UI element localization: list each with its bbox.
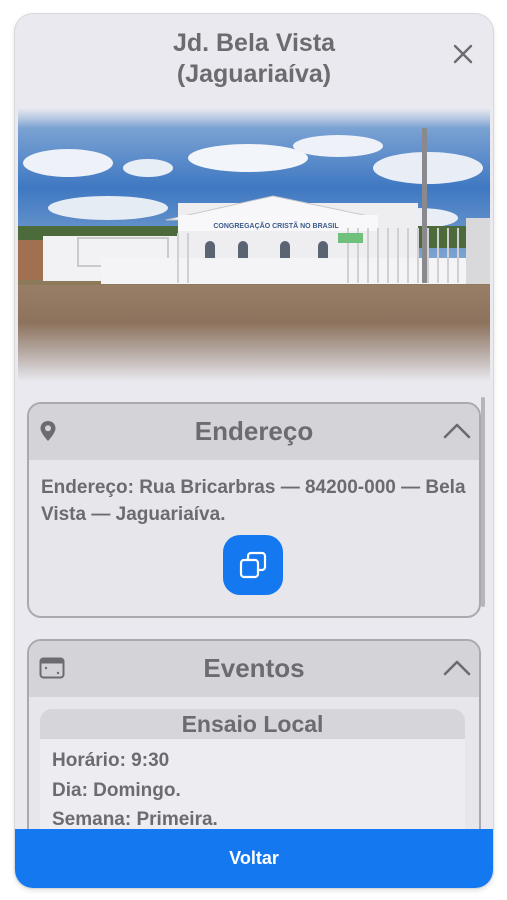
events-card-title: Eventos xyxy=(203,653,305,683)
church-photo: CONGREGAÇÃO CRISTÃ NO BRASIL xyxy=(18,108,490,381)
details-scroll-area[interactable]: Endereço Endereço: Rua Bricarbras — 8420… xyxy=(15,381,493,843)
copy-address-button[interactable] xyxy=(223,535,283,595)
events-card: Eventos Ensaio Local Horário: 9:30 Dia: … xyxy=(27,639,481,843)
address-card-header[interactable]: Endereço xyxy=(29,404,479,460)
close-icon[interactable] xyxy=(451,42,475,66)
event-item: Ensaio Local Horário: 9:30 Dia: Domingo.… xyxy=(40,709,465,843)
modal-header: Jd. Bela Vista (Jaguariaíva) xyxy=(15,14,493,108)
chevron-up-icon[interactable] xyxy=(443,659,471,682)
event-title: Ensaio Local xyxy=(40,709,465,739)
event-week: Semana: Primeira. xyxy=(52,809,218,830)
back-button[interactable]: Voltar xyxy=(15,829,493,888)
chevron-up-icon[interactable] xyxy=(443,422,471,445)
address-card: Endereço Endereço: Rua Bricarbras — 8420… xyxy=(27,402,481,618)
address-card-title: Endereço xyxy=(194,416,314,446)
event-day: Dia: Domingo. xyxy=(52,780,181,801)
address-text: Endereço: Rua Bricarbras — 84200-000 — B… xyxy=(41,477,466,525)
scrollbar[interactable] xyxy=(481,397,485,607)
events-card-header[interactable]: Eventos xyxy=(29,641,479,697)
event-time: Horário: 9:30 xyxy=(52,750,170,771)
church-detail-modal: Jd. Bela Vista (Jaguariaíva) CONGREGAÇÃO… xyxy=(15,14,493,888)
church-sign-text: CONGREGAÇÃO CRISTÃ NO BRASIL xyxy=(213,221,339,230)
page-title: Jd. Bela Vista (Jaguariaíva) xyxy=(172,29,336,88)
